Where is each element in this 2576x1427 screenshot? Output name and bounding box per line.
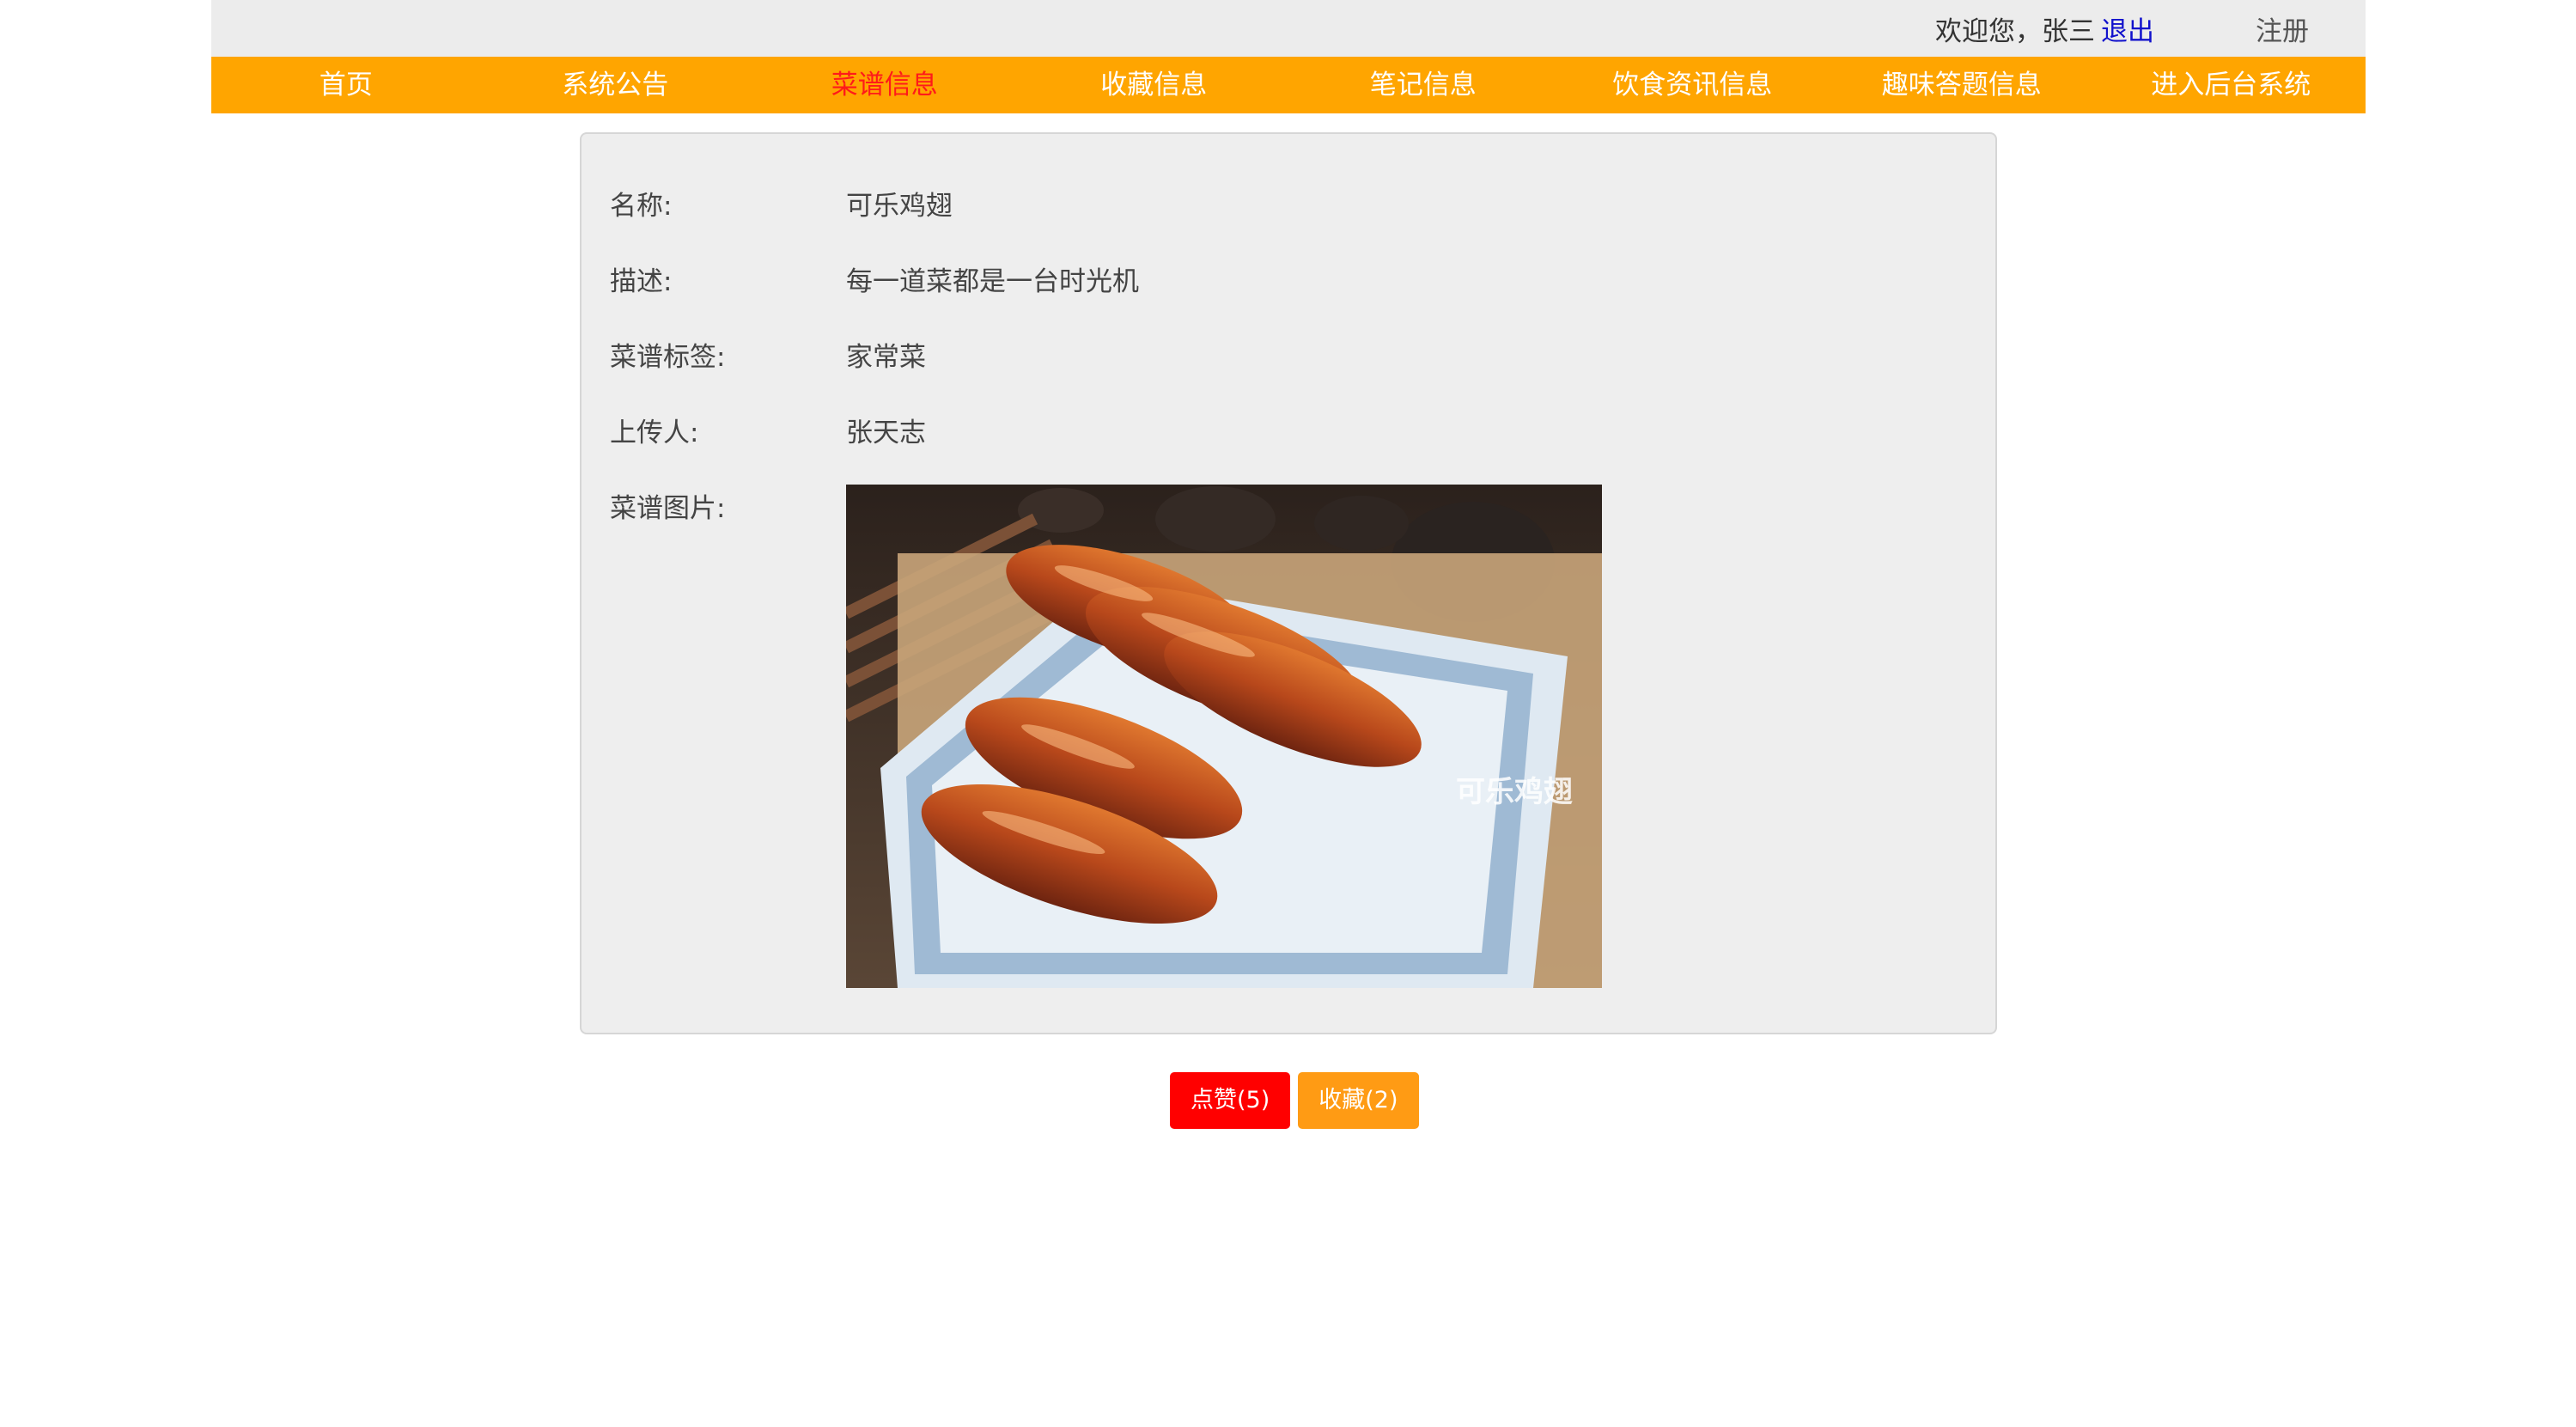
favorite-button[interactable]: 收藏(2) [1298, 1072, 1419, 1129]
recipe-detail-panel: 名称: 可乐鸡翅 描述: 每一道菜都是一台时光机 菜谱标签: 家常菜 上传人: … [580, 132, 1997, 1034]
nav-item-notes[interactable]: 笔记信息 [1288, 57, 1558, 113]
cola-chicken-wings-photo [846, 485, 1602, 988]
description-label: 描述: [610, 266, 673, 297]
description-value: 每一道菜都是一台时光机 [846, 266, 1139, 297]
nav-item-favorites[interactable]: 收藏信息 [1020, 57, 1289, 113]
nav-item-announcements[interactable]: 系统公告 [481, 57, 751, 113]
image-label: 菜谱图片: [610, 493, 726, 524]
tag-label: 菜谱标签: [610, 342, 726, 373]
like-button[interactable]: 点赞(5) [1170, 1072, 1291, 1129]
logout-link[interactable]: 退出 [2101, 9, 2154, 48]
uploader-label: 上传人: [610, 418, 699, 448]
nav-item-quiz[interactable]: 趣味答题信息 [1827, 57, 2097, 113]
welcome-text: 欢迎您，张三 [1935, 16, 2095, 47]
nav-item-recipes[interactable]: 菜谱信息 [750, 57, 1020, 113]
uploader-value: 张天志 [846, 418, 926, 448]
main-nav: 首页 系统公告 菜谱信息 收藏信息 笔记信息 饮食资讯信息 趣味答题信息 进入后… [211, 57, 2366, 113]
nav-item-diet-news[interactable]: 饮食资讯信息 [1558, 57, 1828, 113]
action-buttons: 点赞(5) 收藏(2) [1170, 1072, 1419, 1129]
register-link[interactable]: 注册 [2256, 9, 2309, 48]
name-value: 可乐鸡翅 [846, 191, 953, 222]
tag-value: 家常菜 [846, 342, 926, 373]
photo-caption: 可乐鸡翅 [1456, 775, 1573, 809]
name-label: 名称: [610, 191, 673, 222]
nav-item-admin[interactable]: 进入后台系统 [2097, 57, 2366, 113]
nav-item-home[interactable]: 首页 [211, 57, 481, 113]
recipe-image: 可乐鸡翅 [846, 485, 1602, 988]
